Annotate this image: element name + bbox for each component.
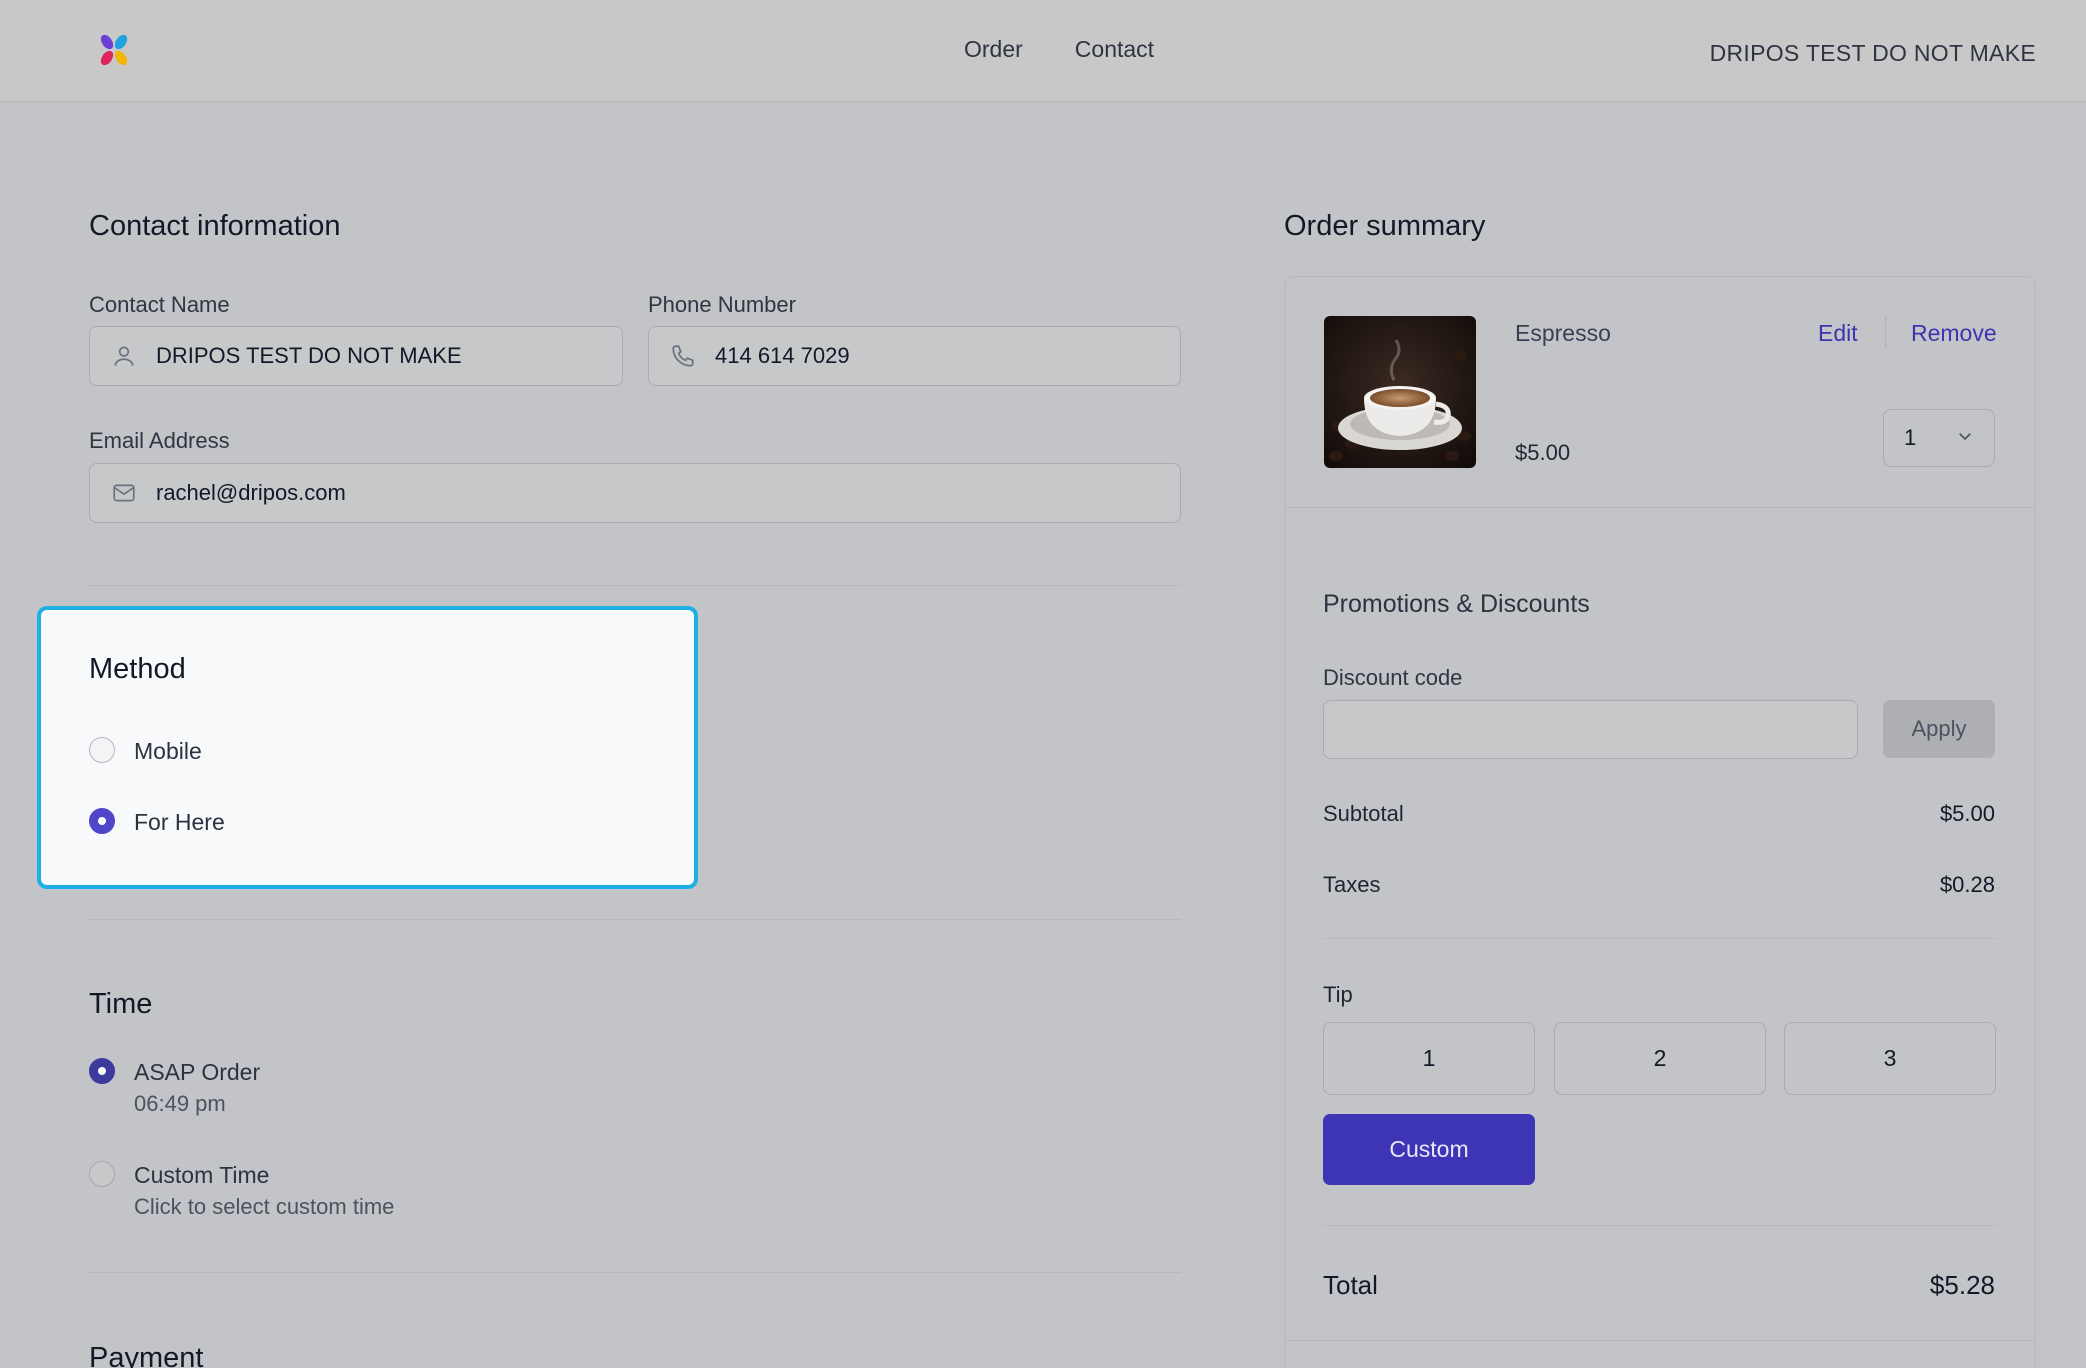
phone-value: 414 614 7029 [715, 343, 850, 368]
contact-name-label: Contact Name [89, 292, 230, 317]
phone-icon [669, 342, 697, 370]
method-label-mobile[interactable]: Mobile [134, 738, 202, 765]
time-sub-custom: Click to select custom time [134, 1194, 395, 1219]
taxes-value: $0.28 [1939, 872, 1995, 897]
method-radio-mobile[interactable] [89, 737, 115, 763]
store-name: DRIPOS TEST DO NOT MAKE [1709, 40, 2036, 66]
user-icon [110, 342, 138, 370]
chevron-down-icon [1956, 427, 1974, 450]
email-input[interactable]: rachel@dripos.com [89, 463, 1181, 523]
email-label: Email Address [89, 428, 230, 453]
contact-name-value: DRIPOS TEST DO NOT MAKE [156, 343, 462, 368]
time-title: Time [89, 988, 153, 1020]
quantity-value: 1 [1904, 425, 1917, 450]
time-radio-custom[interactable] [89, 1161, 115, 1187]
top-header: Order Contact DRIPOS TEST DO NOT MAKE [0, 0, 2086, 102]
link-separator [1885, 316, 1886, 348]
brand-logo-icon[interactable] [96, 32, 132, 68]
payment-title: Payment [89, 1342, 204, 1368]
apply-discount-button[interactable]: Apply [1883, 700, 1995, 758]
item-edit-link[interactable]: Edit [1818, 320, 1858, 347]
mail-icon [110, 479, 138, 507]
quantity-select[interactable]: 1 [1883, 409, 1995, 467]
time-label-custom[interactable]: Custom Time [134, 1162, 269, 1189]
total-value: $5.28 [1929, 1270, 1995, 1300]
tip-custom-button[interactable]: Custom [1323, 1114, 1535, 1185]
espresso-image [1324, 316, 1476, 468]
tip-label: Tip [1323, 982, 1353, 1007]
discount-label: Discount code [1323, 665, 1463, 690]
tip-option-2[interactable]: 2 [1554, 1022, 1766, 1095]
summary-title: Order summary [1284, 210, 1486, 242]
nav-order[interactable]: Order [964, 36, 1023, 63]
email-value: rachel@dripos.com [156, 480, 346, 505]
tip-option-3[interactable]: 3 [1784, 1022, 1996, 1095]
item-name: Espresso [1515, 320, 1611, 346]
phone-label: Phone Number [648, 292, 796, 317]
method-label-for-here[interactable]: For Here [134, 809, 225, 836]
summary-divider [1323, 1225, 1996, 1226]
main-nav: Order Contact [964, 36, 1154, 63]
method-radio-for-here[interactable] [89, 808, 115, 834]
card-divider [1285, 1340, 2035, 1341]
time-label-asap[interactable]: ASAP Order [134, 1059, 260, 1086]
time-sub-asap: 06:49 pm [134, 1091, 226, 1116]
taxes-label: Taxes [1323, 872, 1381, 897]
discount-code-input[interactable] [1323, 700, 1858, 759]
subtotal-value: $5.00 [1939, 801, 1995, 826]
card-divider [1285, 507, 2035, 508]
summary-divider [1323, 938, 1996, 939]
subtotal-label: Subtotal [1323, 801, 1404, 826]
tip-option-1[interactable]: 1 [1323, 1022, 1535, 1095]
nav-contact[interactable]: Contact [1075, 36, 1154, 63]
contact-title: Contact information [89, 210, 341, 242]
item-price: $5.00 [1515, 440, 1571, 465]
method-title: Method [89, 653, 186, 685]
section-divider [89, 1272, 1181, 1273]
section-divider [89, 919, 1181, 920]
promotions-title: Promotions & Discounts [1323, 590, 1590, 618]
section-divider [89, 585, 1181, 586]
item-remove-link[interactable]: Remove [1911, 320, 1997, 347]
time-radio-asap[interactable] [89, 1058, 115, 1084]
phone-input[interactable]: 414 614 7029 [648, 326, 1181, 386]
contact-name-input[interactable]: DRIPOS TEST DO NOT MAKE [89, 326, 623, 386]
total-label: Total [1323, 1270, 1378, 1300]
